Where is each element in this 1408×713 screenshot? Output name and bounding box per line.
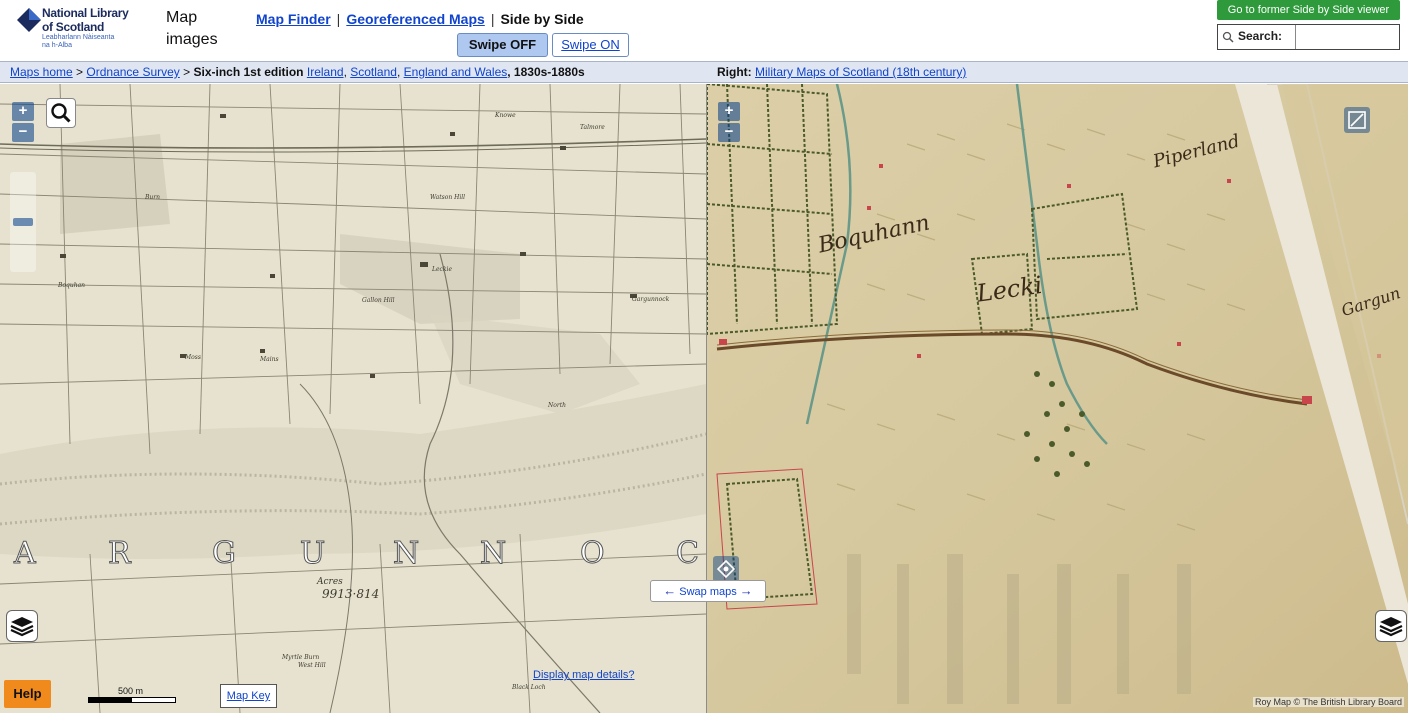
os-large-letter: G: [212, 536, 237, 572]
breadcrumb: Maps home > Ordnance Survey > Six-inch 1…: [10, 65, 585, 79]
os-place-label: Mains: [260, 356, 279, 363]
breadcrumb-comma: ,: [396, 65, 401, 79]
nav-separator: |: [490, 11, 495, 27]
os-place-label: Gallon Hill: [362, 297, 395, 304]
ireland-link[interactable]: Ireland: [307, 65, 344, 79]
magnify-button[interactable]: [46, 98, 76, 128]
search-box: Search:: [1217, 24, 1400, 50]
swap-maps-label: Swap maps: [679, 586, 737, 598]
logo-line-2: of Scotland: [42, 20, 105, 34]
ordnance-survey-link[interactable]: Ordnance Survey: [86, 65, 179, 79]
series-label: Six-inch 1st edition: [193, 65, 304, 79]
left-layers-button[interactable]: [6, 610, 38, 642]
left-zoom-in-button[interactable]: +: [12, 102, 34, 121]
os-place-label: North: [548, 402, 567, 409]
help-button[interactable]: Help: [4, 680, 51, 708]
os-large-letter: U: [299, 536, 326, 572]
attribution: Roy Map © The British Library Board: [1253, 697, 1405, 707]
magnify-icon: [51, 103, 71, 123]
former-viewer-button[interactable]: Go to former Side by Side viewer: [1217, 0, 1400, 20]
os-large-letter: A: [14, 536, 37, 572]
display-map-details-link[interactable]: Display map details?: [533, 669, 635, 681]
os-large-letter: N: [392, 536, 420, 572]
location-pin-button[interactable]: [713, 556, 739, 582]
roy-map-canvas[interactable]: [707, 84, 1408, 713]
maps-home-link[interactable]: Maps home: [10, 65, 73, 79]
breadcrumb-bar: Maps home > Ordnance Survey > Six-inch 1…: [0, 61, 1408, 83]
os-place-label: Knowe: [495, 112, 516, 119]
os-place-label: Gargunnock: [632, 296, 670, 303]
os-large-letter: N: [479, 536, 507, 572]
acres-label: Acres: [317, 577, 343, 587]
top-navigation: Map Finder | Georeferenced Maps | Side by Si…: [256, 11, 584, 27]
os-map-canvas[interactable]: [0, 84, 706, 713]
left-zoom-out-button[interactable]: −: [12, 123, 34, 142]
logo-line-1: National Library: [42, 6, 129, 20]
date-range: , 1830s-1880s: [507, 65, 585, 79]
os-place-label: Boquhan: [58, 282, 86, 289]
military-maps-link[interactable]: Military Maps of Scotland (18th century): [755, 65, 966, 79]
right-map-panel[interactable]: Boquhann Lecki Piperland Gargun + − Roy Map…: [707, 84, 1408, 713]
zoom-slider-thumb[interactable]: [13, 218, 33, 226]
os-place-label: Watson Hill: [430, 194, 466, 201]
os-large-letter: O: [580, 536, 606, 572]
swap-maps-button[interactable]: ← Swap maps →: [650, 580, 766, 602]
scale-label: 500 m: [118, 686, 144, 696]
nls-logo[interactable]: National Library of Scotland Leabharlann…: [16, 3, 146, 57]
header: National Library of Scotland Leabharlann…: [0, 0, 1408, 60]
os-place-label: Moss: [185, 354, 201, 361]
right-map-breadcrumb: Right: Military Maps of Scotland (18th c…: [717, 65, 966, 79]
breadcrumb-arrow: >: [76, 65, 84, 79]
nls-diamond-icon: [17, 8, 41, 32]
logo-gaelic-2: na h-Alba: [42, 42, 72, 49]
scale-bar-white: [132, 698, 175, 702]
os-place-label: Black Loch: [512, 684, 546, 691]
os-place-label: West Hill: [298, 662, 326, 669]
map-key-label: Map Key: [226, 690, 271, 702]
zoom-slider[interactable]: [10, 172, 36, 272]
scotland-link[interactable]: Scotland: [350, 65, 397, 79]
os-large-letter: C: [676, 536, 700, 572]
os-place-label: Burn: [145, 194, 161, 201]
layers-icon: [1379, 617, 1403, 637]
breadcrumb-arrow: >: [183, 65, 191, 79]
os-place-label: Talmore: [580, 124, 605, 131]
layers-icon: [10, 617, 34, 637]
scale-bar: 500 m: [88, 686, 176, 706]
england-wales-link[interactable]: England and Wales: [404, 65, 508, 79]
breadcrumb-comma: ,: [343, 65, 347, 79]
app-title: Map images: [166, 9, 218, 48]
search-label: Search:: [1238, 29, 1283, 43]
swipe-on-button[interactable]: Swipe ON: [552, 33, 629, 57]
arrow-right-icon: →: [739, 583, 753, 598]
os-place-label: Leckie: [432, 266, 453, 273]
rotate-button[interactable]: [1344, 107, 1370, 133]
swipe-off-button[interactable]: Swipe OFF: [457, 33, 548, 57]
search-icon: [1222, 31, 1234, 43]
right-zoom-out-button[interactable]: −: [718, 123, 740, 142]
search-input[interactable]: [1295, 25, 1399, 49]
arrow-left-icon: ←: [663, 583, 677, 598]
georeferenced-maps-link[interactable]: Georeferenced Maps: [346, 11, 485, 27]
left-map-panel[interactable]: Acres 9913·814 Gargunnock Boquhan Leckie Ga…: [0, 84, 706, 713]
acres-value: 9913·814: [322, 587, 380, 601]
right-prefix: Right:: [717, 65, 752, 79]
map-key-button[interactable]: Map Key: [220, 684, 277, 708]
nav-separator: |: [336, 11, 341, 27]
navigation-icon: [716, 559, 736, 579]
os-large-letter: R: [108, 536, 132, 572]
right-zoom-in-button[interactable]: +: [718, 102, 740, 121]
map-finder-link[interactable]: Map Finder: [256, 11, 331, 27]
current-page-label: Side by Side: [500, 11, 584, 27]
os-place-label: Myrtle Burn: [282, 654, 320, 661]
logo-gaelic-1: Leabharlann Nàiseanta: [42, 34, 115, 41]
right-layers-button[interactable]: [1375, 610, 1407, 642]
rotate-icon: [1348, 111, 1366, 129]
